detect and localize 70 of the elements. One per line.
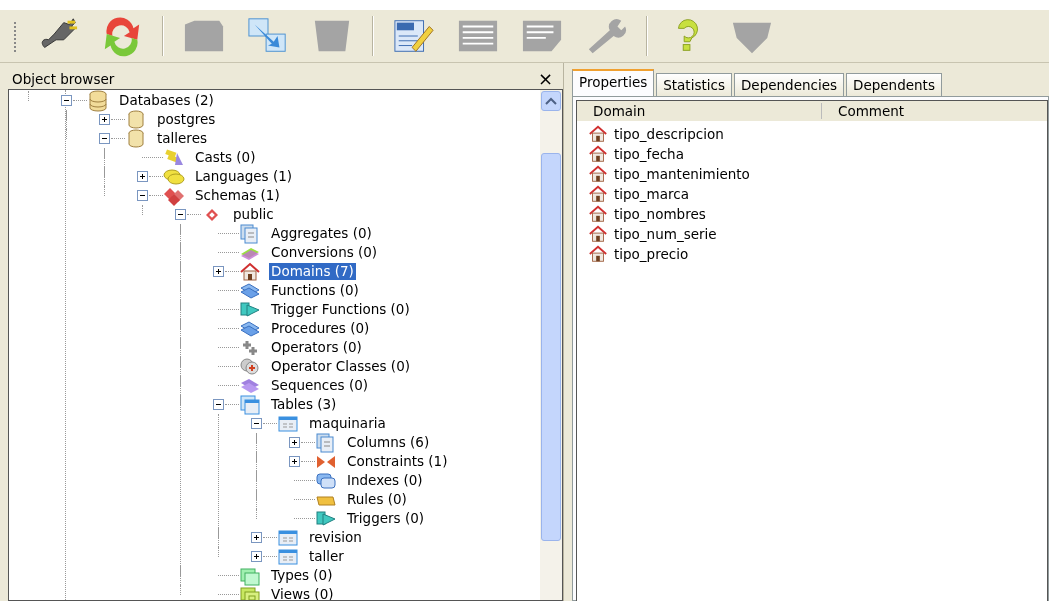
house-icon [588, 244, 608, 264]
columns-icon [315, 431, 337, 454]
list-item[interactable]: tipo_precio [614, 246, 689, 262]
database-icon [125, 108, 147, 131]
list-item[interactable]: tipo_nombres [614, 206, 706, 222]
tree-item[interactable]: Constraints (1) [345, 453, 450, 470]
house-icon [588, 184, 608, 204]
tree-item[interactable]: public [231, 206, 276, 223]
tables-icon [239, 393, 261, 416]
tree-item[interactable]: Databases (2) [117, 92, 216, 109]
tree-item[interactable]: Conversions (0) [269, 244, 380, 261]
collapse-toggle[interactable] [61, 95, 72, 106]
tab[interactable]: Statistics [656, 73, 732, 96]
tree-item[interactable]: Columns (6) [345, 434, 432, 451]
tree-item[interactable]: Tables (3) [269, 396, 339, 413]
tree-item[interactable]: taller [307, 548, 346, 565]
tree-item[interactable]: Domains (7) [269, 263, 356, 280]
tree-item[interactable]: Procedures (0) [269, 320, 372, 337]
house-icon [588, 144, 608, 164]
list-item[interactable]: tipo_fecha [614, 146, 684, 162]
list-item[interactable]: tipo_mantenimiento [614, 166, 750, 182]
tree-item[interactable]: Types (0) [269, 567, 335, 584]
collapse-toggle[interactable] [213, 399, 224, 410]
tree-item[interactable]: Languages (1) [193, 168, 295, 185]
column-header[interactable]: Comment [822, 103, 905, 119]
tree-item[interactable]: Indexes (0) [345, 472, 425, 489]
column-header[interactable]: Domain [577, 103, 822, 119]
tree-item[interactable]: talleres [155, 130, 209, 147]
databases-icon [87, 90, 109, 112]
tree-item[interactable]: Aggregates (0) [269, 225, 374, 242]
tree-item[interactable]: Schemas (1) [193, 187, 282, 204]
expand-toggle[interactable] [137, 171, 148, 182]
collapse-toggle[interactable] [175, 209, 186, 220]
expand-toggle[interactable] [99, 114, 110, 125]
expand-toggle[interactable] [251, 551, 262, 562]
expand-toggle[interactable] [289, 456, 300, 467]
tree-item[interactable]: Sequences (0) [269, 377, 371, 394]
tree-item[interactable]: Operator Classes (0) [269, 358, 412, 375]
scrollbar[interactable] [540, 90, 562, 600]
domains-icon [239, 260, 261, 283]
house-icon [588, 204, 608, 224]
database-icon [125, 127, 147, 150]
tab[interactable]: Dependents [846, 73, 942, 96]
collapse-toggle[interactable] [137, 190, 148, 201]
list-item[interactable]: tipo_descripcion [614, 126, 724, 142]
house-icon [588, 224, 608, 244]
tree-item[interactable]: Operators (0) [269, 339, 364, 356]
tree-item[interactable]: Casts (0) [193, 149, 258, 166]
tab[interactable]: Properties [572, 69, 655, 96]
tab[interactable]: Dependencies [733, 73, 845, 96]
tree-item[interactable]: Rules (0) [345, 491, 409, 508]
tree-item[interactable]: revision [307, 529, 364, 546]
close-button[interactable]: × [537, 70, 553, 88]
panel-title: Object browser [12, 71, 115, 87]
tree-item[interactable]: Trigger Functions (0) [269, 301, 412, 318]
collapse-toggle[interactable] [251, 418, 262, 429]
list-item[interactable]: tipo_marca [614, 186, 689, 202]
collapse-toggle[interactable] [99, 133, 110, 144]
expand-toggle[interactable] [213, 266, 224, 277]
tree-item[interactable]: Functions (0) [269, 282, 361, 299]
house-icon [588, 164, 608, 184]
expand-toggle[interactable] [289, 437, 300, 448]
house-icon [588, 124, 608, 144]
tree-item[interactable]: maquinaria [307, 415, 388, 432]
chevron-up-icon[interactable] [545, 97, 557, 105]
list-item[interactable]: tipo_num_serie [614, 226, 717, 242]
tree-item[interactable]: Triggers (0) [345, 510, 426, 527]
tree-item[interactable]: postgres [155, 111, 218, 128]
expand-toggle[interactable] [251, 532, 262, 543]
tree-item[interactable]: Views (0) [269, 586, 336, 600]
